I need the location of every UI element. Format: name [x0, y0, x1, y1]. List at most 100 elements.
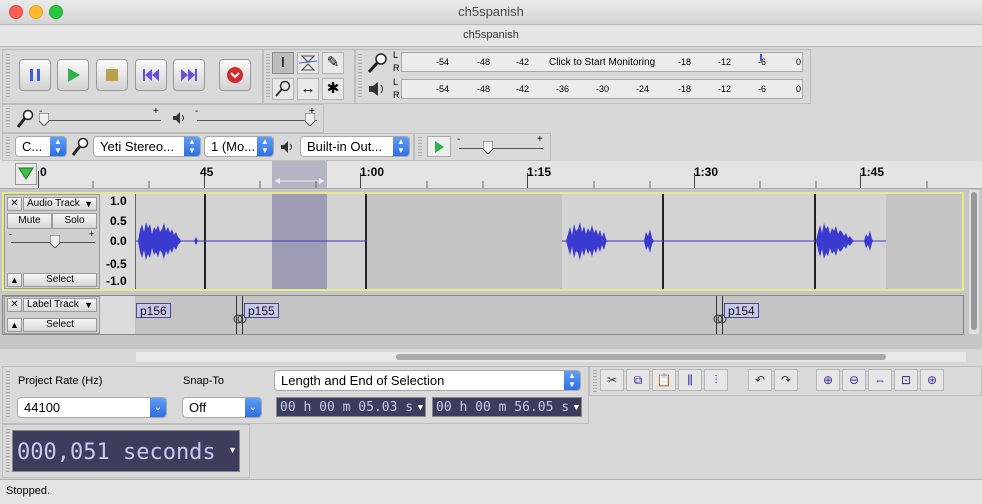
fit-project-icon: ⊡: [900, 373, 912, 387]
select-track-button[interactable]: Select: [23, 273, 97, 287]
amplitude-scale[interactable]: 1.0 0.5 0.0 -0.5 -1.0: [100, 194, 136, 289]
label-track-gutter: [100, 296, 135, 334]
scale-label: 0.0: [110, 234, 127, 248]
audio-host-select[interactable]: C... ▲ ▼: [15, 136, 67, 157]
scale-label: -0.5: [106, 257, 127, 271]
playback-device-select[interactable]: Built-in Out... ▲ ▼: [300, 136, 410, 157]
solo-button[interactable]: Solo: [52, 213, 97, 229]
microphone-icon: [367, 53, 387, 74]
trim-audio-button[interactable]: ⫼: [678, 369, 702, 391]
slider-thumb[interactable]: [305, 113, 315, 126]
recording-channels-select[interactable]: 1 (Mo... ▲ ▼: [204, 136, 274, 157]
skip-to-start-button[interactable]: [135, 59, 167, 91]
audio-position-display[interactable]: 000,051 seconds ▼: [12, 430, 240, 472]
play-meter-button[interactable]: [364, 78, 390, 100]
copy-button[interactable]: ⧉: [626, 369, 650, 391]
label-lane[interactable]: p156 p155 p154: [136, 296, 962, 334]
stop-button[interactable]: [96, 59, 128, 91]
play-at-speed-button[interactable]: [427, 136, 451, 157]
paste-button[interactable]: 📋: [652, 369, 676, 391]
record-meter-button[interactable]: [364, 51, 390, 75]
slider-thumb[interactable]: [483, 141, 493, 154]
label-p155[interactable]: p155: [244, 303, 279, 318]
pause-button[interactable]: [19, 59, 51, 91]
recording-volume-slider[interactable]: - +: [39, 106, 164, 130]
record-icon: [227, 67, 243, 83]
label-p154[interactable]: p154: [724, 303, 759, 318]
time-shift-tool[interactable]: ↔: [297, 78, 319, 100]
close-track-button[interactable]: ✕: [7, 197, 22, 211]
zoom-tool[interactable]: [272, 78, 294, 100]
snap-to-select[interactable]: Off ⌄: [182, 397, 262, 418]
vertical-scrollbar[interactable]: [969, 190, 979, 334]
horizontal-scrollbar[interactable]: [136, 352, 966, 362]
label-track-menu[interactable]: Label Track ▼: [23, 298, 97, 312]
label-p156[interactable]: p156: [136, 303, 171, 318]
envelope-tool[interactable]: [297, 52, 319, 74]
zoom-out-button[interactable]: ⊖: [842, 369, 866, 391]
zoom-toggle-icon: ⊛: [926, 373, 938, 387]
selection-tool[interactable]: I: [272, 52, 294, 74]
zoom-in-button[interactable]: ⊕: [816, 369, 840, 391]
record-meter[interactable]: -54 -48 -42 Click to Start Monitoring -1…: [401, 52, 803, 72]
window-title: ch5spanish: [458, 4, 524, 19]
play-meter[interactable]: -54 -48 -42 -36 -30 -24 -18 -12 -6 0: [401, 79, 803, 99]
slider-thumb[interactable]: [50, 235, 60, 248]
collapse-track-button[interactable]: ▲: [7, 318, 22, 332]
waveform-area[interactable]: [136, 194, 962, 289]
pinned-play-head-button[interactable]: [15, 163, 37, 185]
vertical-scroll-thumb[interactable]: [971, 192, 977, 330]
recording-device-select[interactable]: Yeti Stereo... ▲ ▼: [93, 136, 201, 157]
undo-button[interactable]: ↶: [748, 369, 772, 391]
meter-tick: -18: [678, 57, 692, 67]
selection-start-time[interactable]: 00 h 00 m 05.03 s ▼: [276, 397, 426, 417]
slider-thumb[interactable]: [39, 113, 49, 126]
multi-tool[interactable]: ✱: [322, 78, 344, 100]
audio-position-value: 000,051 seconds: [17, 440, 216, 465]
toolbar-grip[interactable]: [6, 429, 10, 473]
monitor-prompt[interactable]: Click to Start Monitoring: [549, 57, 655, 68]
audio-track-menu[interactable]: Audio Track ▼: [23, 197, 97, 211]
toolbar-grip[interactable]: [358, 54, 362, 98]
close-icon: ✕: [10, 198, 19, 209]
record-button[interactable]: [219, 59, 251, 91]
mute-button[interactable]: Mute: [7, 213, 52, 229]
silence-audio-button[interactable]: ⫶: [704, 369, 728, 391]
toolbar-grip[interactable]: [6, 108, 10, 128]
timeline-ruler[interactable]: 0 45 1:00 1:15 1:30 1:45: [0, 161, 982, 189]
time-toolbar: 000,051 seconds ▼: [2, 424, 250, 478]
horizontal-scroll-thumb[interactable]: [396, 354, 886, 360]
play-button[interactable]: [57, 59, 89, 91]
snap-to-label: Snap-To: [183, 375, 224, 387]
toolbar-grip[interactable]: [418, 137, 422, 157]
meter-tick: -48: [477, 84, 491, 94]
toolbar-grip[interactable]: [593, 370, 597, 392]
fit-selection-button[interactable]: ⇔: [868, 369, 892, 391]
close-track-button[interactable]: ✕: [7, 298, 22, 312]
zoom-toggle-button[interactable]: ⊛: [920, 369, 944, 391]
speaker-icon: [369, 82, 383, 96]
draw-tool[interactable]: ✎: [322, 52, 344, 74]
slider-minus: -: [457, 134, 461, 145]
ruler-label: 45: [200, 165, 214, 179]
chevron-updown-icon: ▲ ▼: [393, 137, 409, 156]
toolbar-grip[interactable]: [266, 54, 270, 98]
skip-to-end-button[interactable]: [173, 59, 205, 91]
redo-button[interactable]: ↷: [774, 369, 798, 391]
select-track-button[interactable]: Select: [23, 318, 97, 332]
project-rate-select[interactable]: 44100 ⌄: [17, 397, 167, 418]
play-meter-right-label: R: [393, 90, 400, 100]
cut-button[interactable]: ✂: [600, 369, 624, 391]
trim-icon: ⫼: [687, 373, 693, 387]
gain-slider[interactable]: - +: [9, 229, 97, 253]
toolbar-grip[interactable]: [6, 54, 10, 98]
toolbar-grip[interactable]: [6, 371, 10, 417]
fit-project-button[interactable]: ⊡: [894, 369, 918, 391]
selection-mode-select[interactable]: Length and End of Selection ▲ ▼: [274, 370, 581, 391]
selection-end-time[interactable]: 00 h 00 m 56.05 s ▼: [432, 397, 582, 417]
playback-speed-slider[interactable]: - +: [457, 134, 545, 158]
toolbar-grip[interactable]: [6, 137, 10, 157]
collapse-track-button[interactable]: ▲: [7, 273, 22, 287]
chevron-updown-icon: ▲ ▼: [257, 137, 273, 156]
playback-volume-slider[interactable]: - +: [195, 106, 320, 130]
